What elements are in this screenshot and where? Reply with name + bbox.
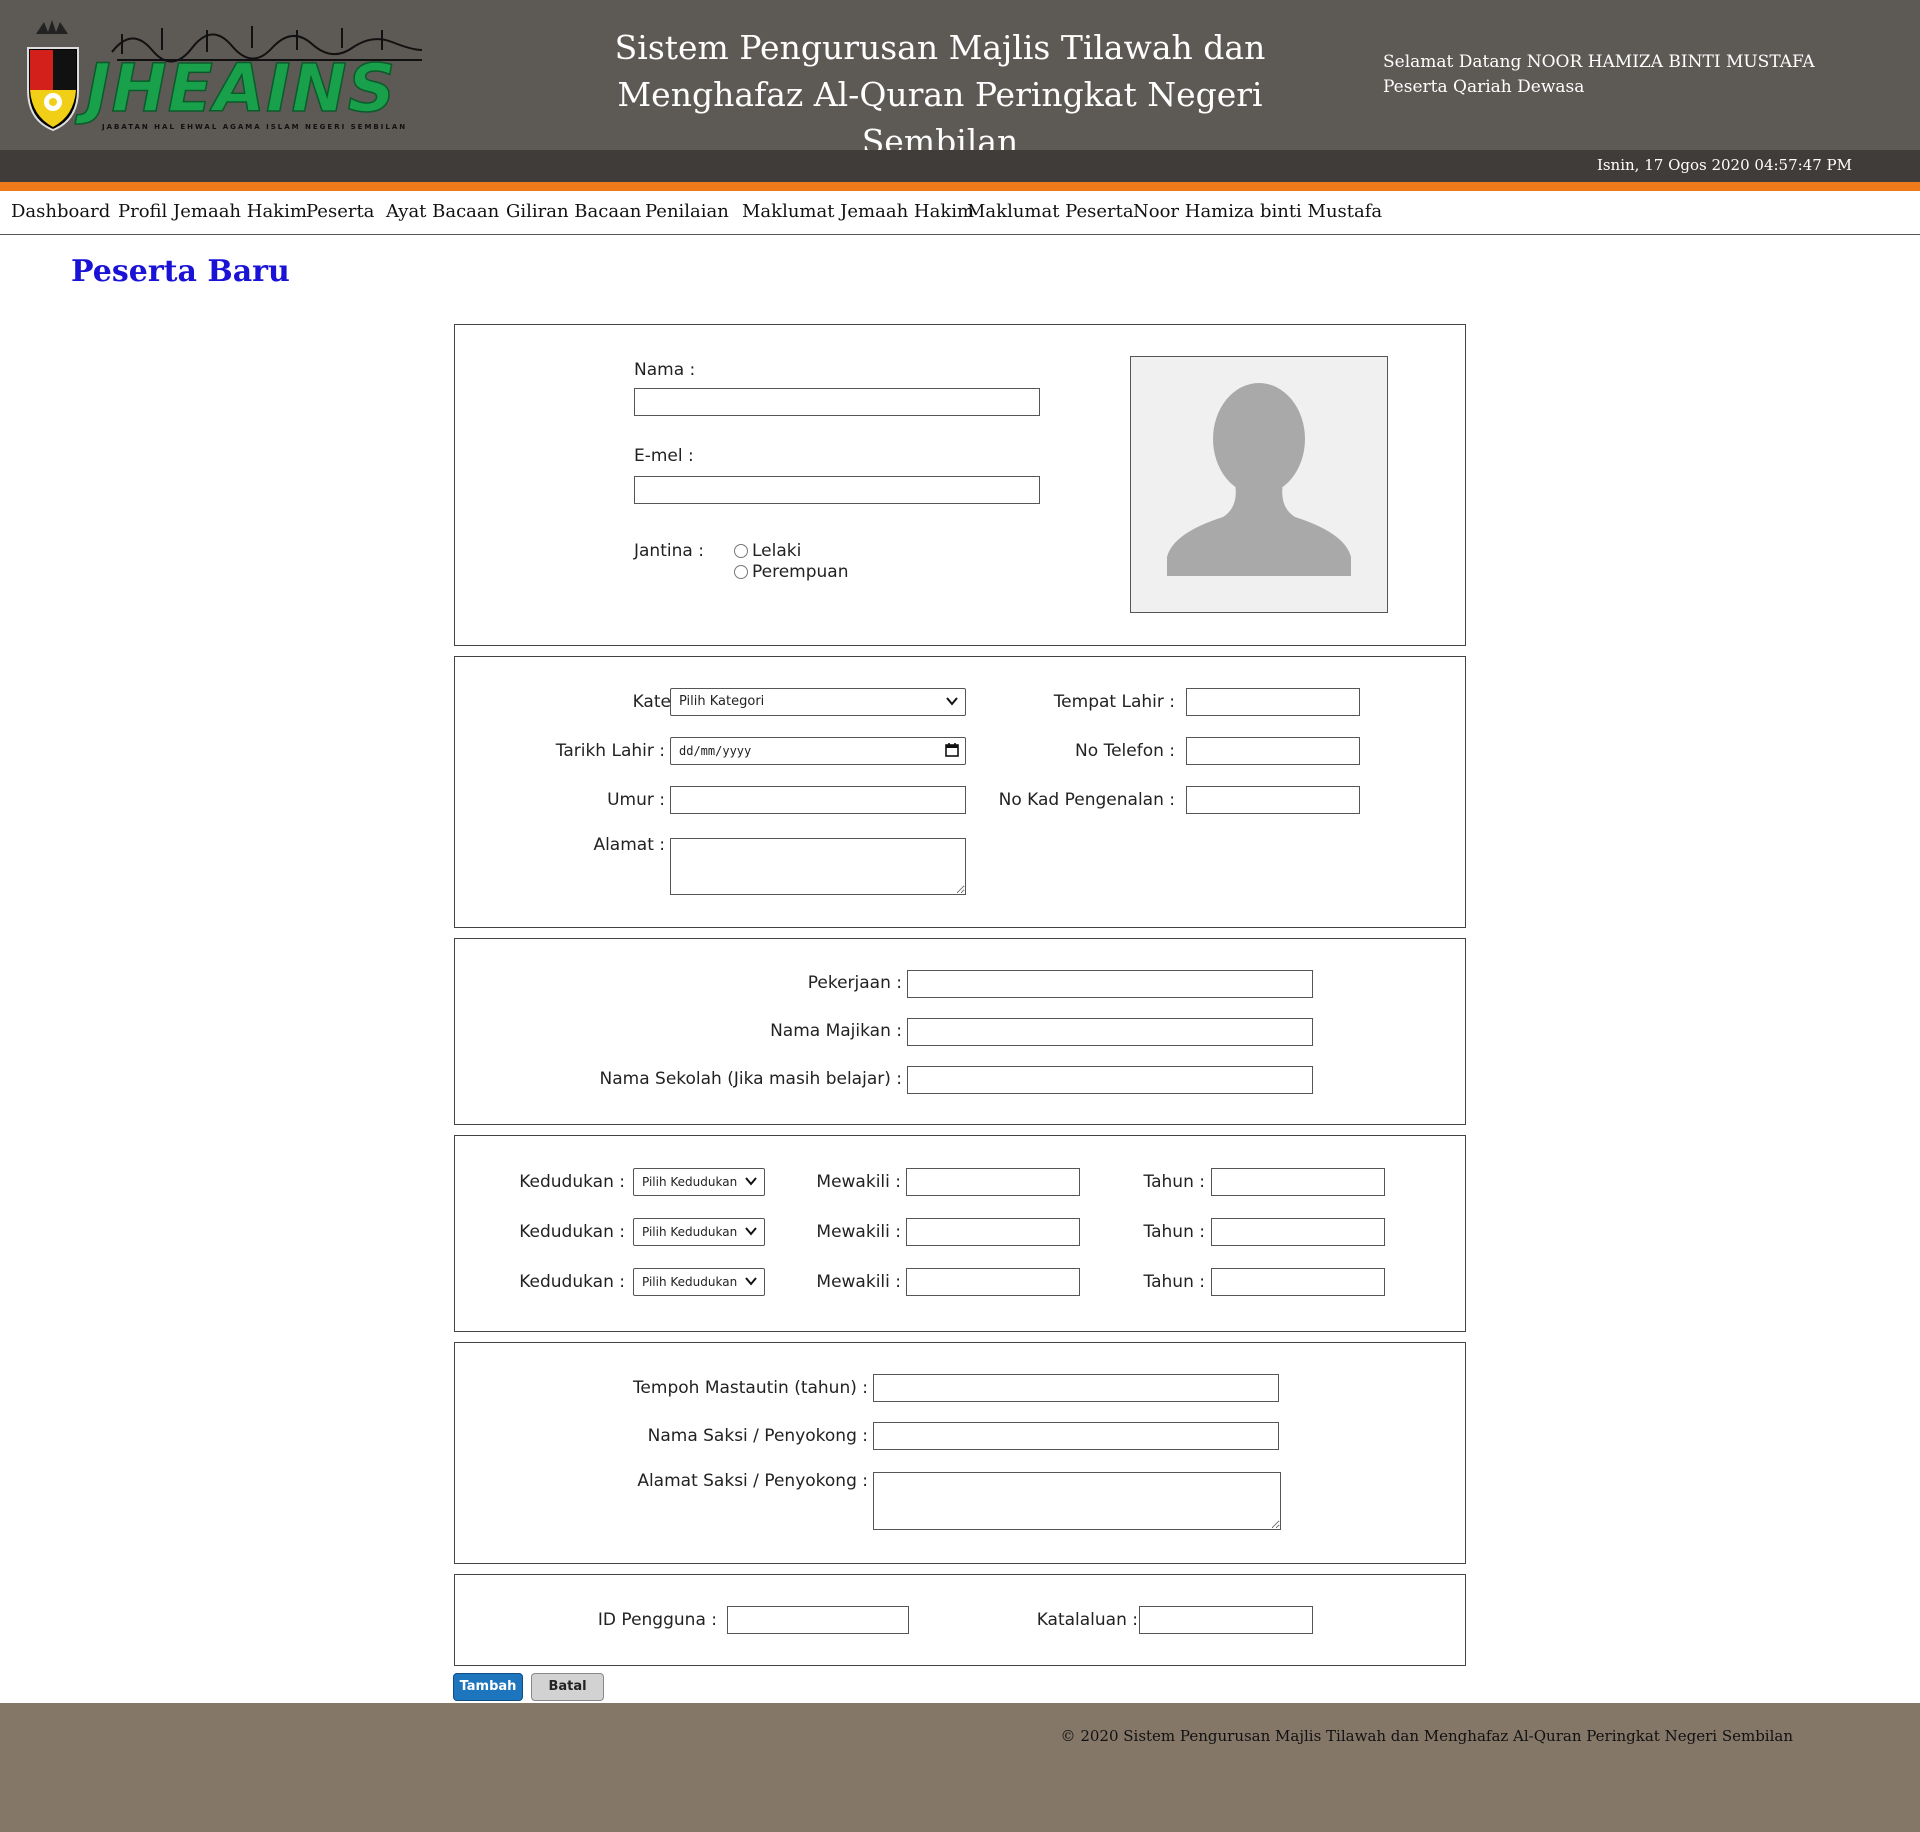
- id-pengguna-input[interactable]: [727, 1606, 909, 1634]
- tempat-lahir-label: Tempat Lahir :: [1053, 692, 1175, 712]
- email-input[interactable]: [634, 476, 1040, 504]
- pekerjaan-input[interactable]: [907, 970, 1313, 998]
- alamat-label: Alamat :: [593, 835, 665, 855]
- tahun-input[interactable]: [1211, 1268, 1385, 1296]
- nav-dashboard[interactable]: Dashboard: [11, 201, 110, 222]
- calendar-icon: [945, 743, 959, 757]
- nav-maklumat-jemaah-hakim[interactable]: Maklumat Jemaah Hakim: [742, 201, 974, 222]
- form-section-details: Kategori : Pilih Kategori Tarikh Lahir :…: [454, 656, 1466, 928]
- page-title: Peserta Baru: [71, 254, 290, 289]
- nama-saksi-label: Nama Saksi / Penyokong :: [647, 1426, 868, 1446]
- svg-text:JABATAN HAL EHWAL AGAMA ISLAM: JABATAN HAL EHWAL AGAMA ISLAM NEGERI SEM…: [101, 123, 407, 131]
- kedudukan-select[interactable]: Pilih Kedudukan: [633, 1218, 765, 1246]
- nav-ayat-bacaan[interactable]: Ayat Bacaan: [386, 201, 499, 222]
- mewakili-input[interactable]: [906, 1268, 1080, 1296]
- gender-radio-lelaki[interactable]: [734, 544, 748, 558]
- tahun-label: Tahun :: [1143, 1222, 1205, 1242]
- state-crest-icon: [27, 20, 79, 132]
- no-kad-input[interactable]: [1186, 786, 1360, 814]
- alamat-saksi-textarea[interactable]: [873, 1472, 1281, 1530]
- footer-copyright: © 2020 Sistem Pengurusan Majlis Tilawah …: [1060, 1727, 1793, 1745]
- chevron-down-icon: [946, 697, 958, 706]
- nama-label: Nama :: [634, 360, 696, 380]
- email-label: E-mel :: [634, 446, 694, 466]
- tambah-button[interactable]: Tambah: [453, 1673, 523, 1701]
- gender-option-perempuan: Perempuan: [752, 562, 849, 582]
- kedudukan-label: Kedudukan :: [519, 1222, 625, 1242]
- umur-label: Umur :: [607, 790, 665, 810]
- tarikh-lahir-label: Tarikh Lahir :: [555, 741, 665, 761]
- nama-saksi-input[interactable]: [873, 1422, 1279, 1450]
- tarikh-lahir-input[interactable]: dd/mm/yyyy: [670, 737, 966, 765]
- tempat-lahir-input[interactable]: [1186, 688, 1360, 716]
- nama-majikan-label: Nama Majikan :: [770, 1021, 902, 1041]
- tahun-label: Tahun :: [1143, 1172, 1205, 1192]
- tempoh-mastautin-label: Tempoh Mastautin (tahun) :: [632, 1378, 868, 1398]
- gender-radio-perempuan[interactable]: [734, 565, 748, 579]
- nama-sekolah-label: Nama Sekolah (Jika masih belajar) :: [599, 1069, 902, 1089]
- user-welcome: Selamat Datang NOOR HAMIZA BINTI MUSTAFA…: [1383, 50, 1815, 100]
- welcome-text: Selamat Datang NOOR HAMIZA BINTI MUSTAFA: [1383, 52, 1815, 72]
- kedudukan-label: Kedudukan :: [519, 1272, 625, 1292]
- user-role: Peserta Qariah Dewasa: [1383, 77, 1585, 97]
- katalaluan-label: Katalaluan :: [1036, 1610, 1138, 1630]
- site-footer: © 2020 Sistem Pengurusan Majlis Tilawah …: [0, 1703, 1920, 1832]
- tempoh-mastautin-input[interactable]: [873, 1374, 1279, 1402]
- mewakili-input[interactable]: [906, 1168, 1080, 1196]
- mewakili-label: Mewakili :: [816, 1172, 901, 1192]
- jantina-label: Jantina :: [634, 541, 704, 561]
- gender-option-lelaki: Lelaki: [752, 541, 802, 561]
- no-telefon-input[interactable]: [1186, 737, 1360, 765]
- umur-input[interactable]: [670, 786, 966, 814]
- form-section-residency: Tempoh Mastautin (tahun) : Nama Saksi / …: [454, 1342, 1466, 1564]
- tahun-label: Tahun :: [1143, 1272, 1205, 1292]
- header-accent-rule: [0, 182, 1920, 191]
- nama-input[interactable]: [634, 388, 1040, 416]
- current-datetime: Isnin, 17 Ogos 2020 04:57:47 PM: [1596, 156, 1852, 174]
- pekerjaan-label: Pekerjaan :: [807, 973, 902, 993]
- nav-user-profile[interactable]: Noor Hamiza binti Mustafa: [1133, 201, 1382, 222]
- kedudukan-label: Kedudukan :: [519, 1172, 625, 1192]
- nama-sekolah-input[interactable]: [907, 1066, 1313, 1094]
- site-header: JHEAINS JABATAN HAL EHWAL AGAMA ISLAM NE…: [0, 0, 1920, 161]
- no-telefon-label: No Telefon :: [1075, 741, 1175, 761]
- site-title: Sistem Pengurusan Majlis Tilawah dan Men…: [614, 28, 1266, 161]
- mewakili-label: Mewakili :: [816, 1272, 901, 1292]
- nav-maklumat-peserta[interactable]: Maklumat Peserta: [967, 201, 1134, 222]
- katalaluan-input[interactable]: [1139, 1606, 1313, 1634]
- mewakili-input[interactable]: [906, 1218, 1080, 1246]
- nav-profil-jemaah-hakim[interactable]: Profil Jemaah Hakim: [118, 201, 307, 222]
- kedudukan-select[interactable]: Pilih Kedudukan: [633, 1168, 765, 1196]
- kedudukan-select[interactable]: Pilih Kedudukan: [633, 1268, 765, 1296]
- alamat-textarea[interactable]: [670, 838, 966, 895]
- tahun-input[interactable]: [1211, 1218, 1385, 1246]
- batal-button[interactable]: Batal: [531, 1673, 604, 1701]
- nav-peserta[interactable]: Peserta: [306, 201, 374, 222]
- jheains-logo: JHEAINS JABATAN HAL EHWAL AGAMA ISLAM NE…: [27, 20, 423, 132]
- form-section-achievements: Kedudukan : Pilih Kedudukan Mewakili : T…: [454, 1135, 1466, 1332]
- nama-majikan-input[interactable]: [907, 1018, 1313, 1046]
- no-kad-label: No Kad Pengenalan :: [998, 790, 1175, 810]
- profile-photo[interactable]: [1130, 356, 1388, 613]
- form-section-occupation: Pekerjaan : Nama Majikan : Nama Sekolah …: [454, 938, 1466, 1125]
- user-silhouette-icon: [1167, 383, 1351, 576]
- alamat-saksi-label: Alamat Saksi / Penyokong :: [637, 1471, 868, 1491]
- main-nav: Dashboard Profil Jemaah Hakim Peserta Ay…: [0, 191, 1920, 235]
- id-pengguna-label: ID Pengguna :: [597, 1610, 717, 1630]
- tahun-input[interactable]: [1211, 1168, 1385, 1196]
- nav-giliran-bacaan[interactable]: Giliran Bacaan: [506, 201, 641, 222]
- form-section-account: ID Pengguna : Katalaluan :: [454, 1574, 1466, 1666]
- svg-text:JHEAINS: JHEAINS: [75, 50, 396, 127]
- form-section-personal: Nama : E-mel : Jantina : Lelaki Perempua…: [454, 324, 1466, 646]
- kategori-select[interactable]: Pilih Kategori: [670, 688, 966, 716]
- mewakili-label: Mewakili :: [816, 1222, 901, 1242]
- nav-penilaian[interactable]: Penilaian: [645, 201, 729, 222]
